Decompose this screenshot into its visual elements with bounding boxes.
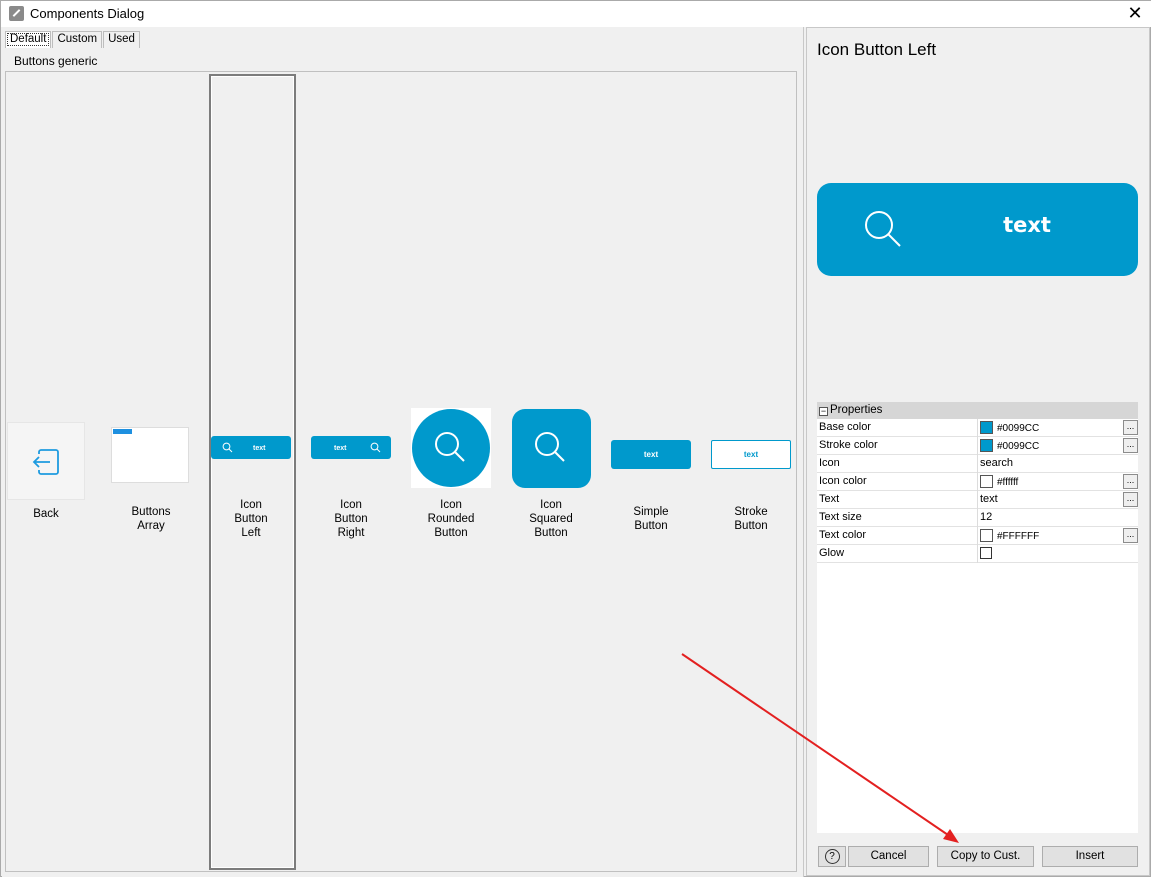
search-icon bbox=[865, 211, 901, 247]
color-swatch bbox=[980, 529, 993, 542]
property-row[interactable]: Base color #0099CC ... bbox=[817, 419, 1138, 437]
back-arrow-icon bbox=[32, 449, 59, 475]
property-name: Text size bbox=[819, 511, 862, 523]
property-value: #0099CC bbox=[997, 441, 1040, 452]
components-grid: Back Buttons Array text Icon Button Left… bbox=[5, 71, 797, 872]
help-icon: ? bbox=[824, 849, 840, 864]
component-label: Back bbox=[33, 508, 59, 520]
component-label: Stroke Button bbox=[734, 506, 768, 532]
window-title: Components Dialog bbox=[30, 6, 145, 21]
component-back[interactable]: Back bbox=[7, 422, 85, 532]
property-value[interactable]: 12 bbox=[980, 511, 992, 523]
thumb-text: text bbox=[253, 445, 266, 452]
tab-used[interactable]: Used bbox=[103, 31, 140, 48]
preview-panel: Icon Button Left text − Properties Base c… bbox=[806, 27, 1150, 876]
property-row[interactable]: Stroke color #0099CC ... bbox=[817, 437, 1138, 455]
property-name: Stroke color bbox=[819, 439, 878, 451]
search-icon bbox=[370, 442, 381, 453]
pencil-icon bbox=[9, 6, 24, 21]
component-label: Icon Button Right bbox=[334, 499, 368, 539]
section-label: Buttons generic bbox=[14, 54, 98, 68]
property-value: #FFFFFF bbox=[997, 531, 1040, 542]
preview-button-text: text bbox=[1003, 213, 1051, 237]
properties-grid: − Properties Base color #0099CC ... Strok… bbox=[817, 402, 1138, 833]
collapse-icon[interactable]: − bbox=[819, 407, 828, 416]
color-swatch bbox=[980, 439, 993, 452]
component-label: Buttons Array bbox=[131, 506, 171, 532]
stroke-button-thumb: text bbox=[711, 440, 791, 469]
rounded-button-thumb bbox=[411, 408, 491, 488]
property-value[interactable]: text bbox=[980, 493, 998, 505]
component-label: Simple Button bbox=[633, 506, 669, 532]
ellipsis-button[interactable]: ... bbox=[1123, 420, 1138, 435]
property-name: Base color bbox=[819, 421, 871, 433]
tab-bar: Default Custom Used bbox=[5, 31, 141, 49]
property-value: #0099CC bbox=[997, 423, 1040, 434]
component-icon-button-left[interactable]: text Icon Button Left bbox=[211, 436, 291, 546]
property-row[interactable]: Icon search bbox=[817, 455, 1138, 473]
component-icon-squared-button[interactable]: Icon Squared Button bbox=[511, 408, 591, 539]
squared-button-thumb bbox=[512, 409, 591, 488]
buttons-array-thumb bbox=[111, 427, 189, 483]
component-simple-button[interactable]: text Simple Button bbox=[611, 440, 691, 550]
search-icon bbox=[535, 432, 565, 462]
properties-header-label: Properties bbox=[830, 404, 883, 416]
copy-to-custom-button[interactable]: Copy to Cust. bbox=[937, 846, 1034, 867]
search-icon bbox=[222, 442, 233, 453]
property-value[interactable]: search bbox=[980, 457, 1013, 469]
property-row[interactable]: Icon color #ffffff ... bbox=[817, 473, 1138, 491]
property-row[interactable]: Glow bbox=[817, 545, 1138, 563]
property-name: Icon bbox=[819, 457, 840, 469]
property-name: Icon color bbox=[819, 475, 867, 487]
insert-button[interactable]: Insert bbox=[1042, 846, 1138, 867]
simple-button-thumb: text bbox=[611, 440, 691, 469]
component-label: Icon Rounded Button bbox=[427, 499, 475, 539]
component-buttons-array[interactable]: Buttons Array bbox=[111, 427, 191, 537]
property-name: Text color bbox=[819, 529, 867, 541]
thumb-text: text bbox=[334, 445, 347, 452]
ellipsis-button[interactable]: ... bbox=[1123, 492, 1138, 507]
preview-title: Icon Button Left bbox=[817, 40, 937, 59]
component-label: Icon Button Left bbox=[234, 499, 268, 539]
components-panel: Default Custom Used Buttons generic Back bbox=[2, 27, 804, 877]
ellipsis-button[interactable]: ... bbox=[1123, 438, 1138, 453]
icon-button-left-thumb: text bbox=[211, 436, 291, 459]
components-dialog: Components Dialog ✕ Default Custom Used … bbox=[0, 0, 1151, 877]
property-name: Text bbox=[819, 493, 840, 505]
tab-default[interactable]: Default bbox=[5, 31, 52, 48]
cancel-button[interactable]: Cancel bbox=[848, 846, 929, 867]
property-name: Glow bbox=[819, 547, 845, 559]
color-swatch bbox=[980, 475, 993, 488]
component-icon-rounded-button[interactable]: Icon Rounded Button bbox=[411, 408, 491, 539]
close-icon[interactable]: ✕ bbox=[1124, 2, 1146, 24]
search-icon bbox=[435, 432, 465, 462]
glow-checkbox[interactable] bbox=[980, 547, 992, 559]
title-bar: Components Dialog ✕ bbox=[1, 1, 1151, 27]
component-icon-button-right[interactable]: text Icon Button Right bbox=[311, 436, 391, 546]
component-label: Icon Squared Button bbox=[529, 499, 573, 539]
icon-button-right-thumb: text bbox=[311, 436, 391, 459]
ellipsis-button[interactable]: ... bbox=[1123, 528, 1138, 543]
property-row[interactable]: Text size 12 bbox=[817, 509, 1138, 527]
help-button[interactable]: ? bbox=[818, 846, 846, 867]
back-thumb bbox=[7, 422, 85, 500]
color-swatch bbox=[980, 421, 993, 434]
preview-button: text bbox=[817, 183, 1138, 276]
property-row[interactable]: Text color #FFFFFF ... bbox=[817, 527, 1138, 545]
property-value: #ffffff bbox=[997, 477, 1019, 488]
ellipsis-button[interactable]: ... bbox=[1123, 474, 1138, 489]
tab-custom[interactable]: Custom bbox=[52, 31, 103, 48]
properties-header[interactable]: − Properties bbox=[817, 402, 1138, 419]
component-stroke-button[interactable]: text Stroke Button bbox=[711, 440, 791, 550]
property-row[interactable]: Text text ... bbox=[817, 491, 1138, 509]
